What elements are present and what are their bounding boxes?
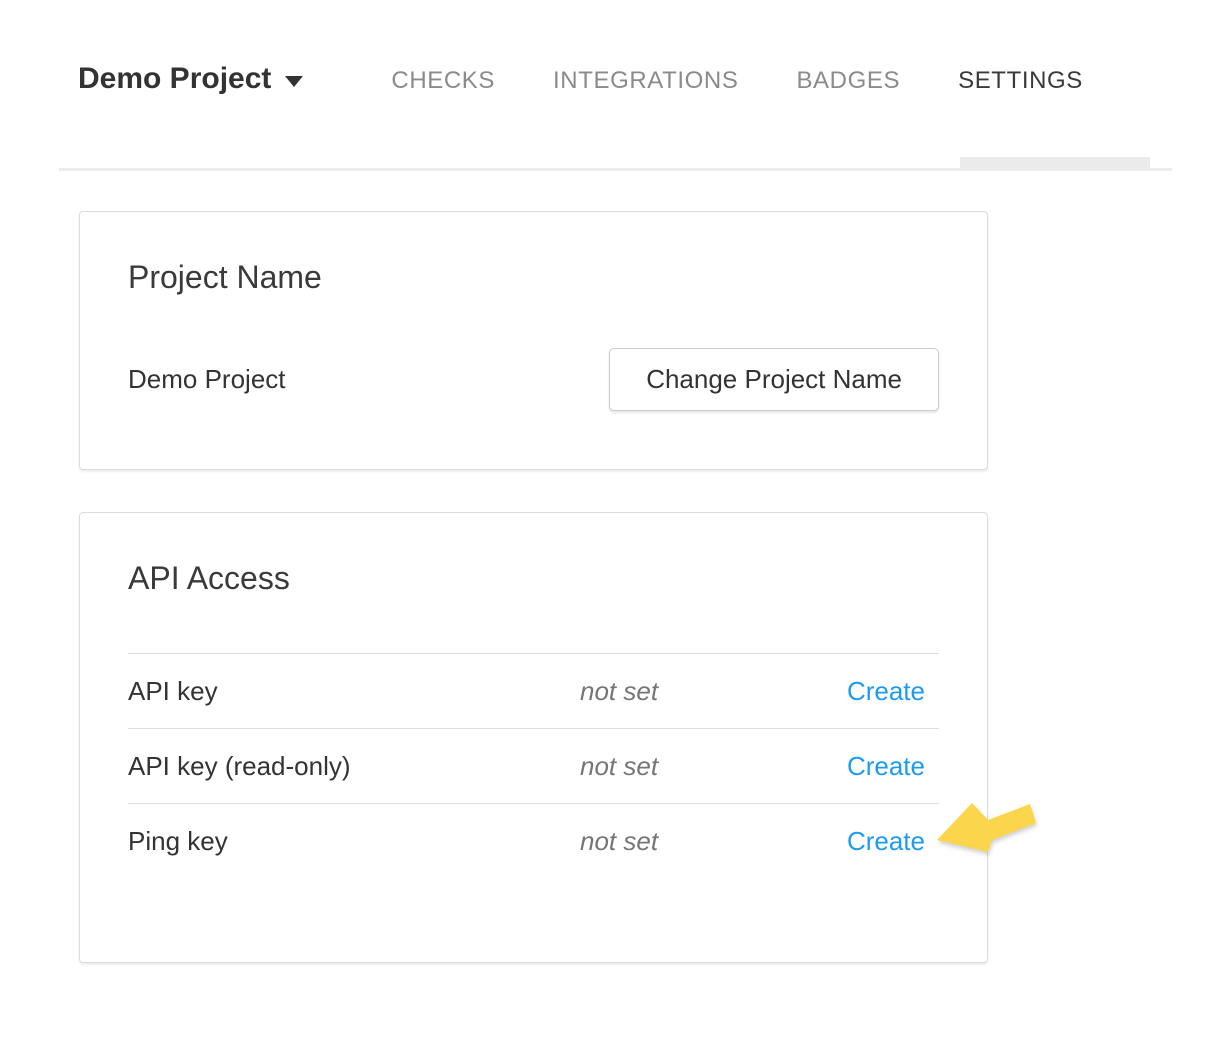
current-project-name: Demo Project (128, 364, 286, 395)
tab-checks[interactable]: CHECKS (391, 67, 495, 95)
create-api-key-link[interactable]: Create (847, 676, 939, 707)
row-label: API key (read-only) (128, 751, 580, 782)
project-name-card: Project Name Demo Project Change Project… (79, 211, 988, 470)
create-read-only-api-key-link[interactable]: Create (847, 751, 939, 782)
row-label: Ping key (128, 826, 580, 857)
table-row-ping-key: Ping key not set Create (128, 803, 939, 878)
tab-integrations[interactable]: INTEGRATIONS (553, 67, 738, 95)
api-access-card: API Access API key not set Create API ke… (79, 512, 988, 963)
tabs-underline (59, 168, 1172, 171)
project-name-row: Demo Project Change Project Name (128, 348, 939, 411)
api-access-card-title: API Access (128, 559, 939, 597)
row-label: API key (128, 676, 580, 707)
project-title: Demo Project (78, 62, 271, 96)
row-value: not set (580, 826, 847, 857)
project-selector-dropdown[interactable]: Demo Project (78, 62, 303, 96)
change-project-name-button[interactable]: Change Project Name (609, 348, 939, 411)
tab-bar: CHECKS INTEGRATIONS BADGES SETTINGS (391, 67, 1083, 95)
caret-down-icon (285, 76, 303, 87)
tab-settings[interactable]: SETTINGS (958, 67, 1083, 95)
page-header: Demo Project CHECKS INTEGRATIONS BADGES … (78, 62, 1083, 96)
table-row-api-key: API key not set Create (128, 653, 939, 728)
row-value: not set (580, 676, 847, 707)
tab-badges[interactable]: BADGES (796, 67, 900, 95)
table-row-api-key-read-only: API key (read-only) not set Create (128, 728, 939, 803)
project-name-card-title: Project Name (128, 258, 939, 296)
api-access-table: API key not set Create API key (read-onl… (128, 653, 939, 878)
row-value: not set (580, 751, 847, 782)
create-ping-key-link[interactable]: Create (847, 826, 939, 857)
